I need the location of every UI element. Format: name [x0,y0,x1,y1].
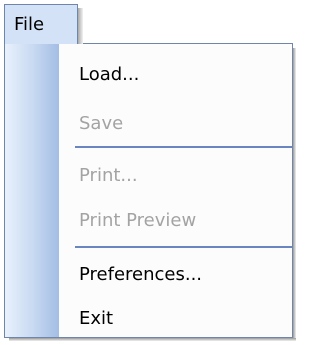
menu-item-exit-label: Exit [79,308,114,329]
file-dropdown-menu: Load... Save Print... Print Preview Pref… [4,43,293,338]
menu-item-load-label: Load... [79,64,140,85]
menu-item-preferences[interactable]: Preferences... [5,255,292,295]
menu-separator [75,246,292,248]
menu-shadow-bottom [9,338,296,341]
file-menu-label: File [14,14,45,35]
menu-item-save-label: Save [79,113,124,134]
menu-item-print-preview: Print Preview [5,201,292,241]
menu-bar: File [0,0,296,44]
file-menu-tab[interactable]: File [4,4,78,44]
menu-tab-shadow [78,8,83,44]
menu-item-print: Print... [5,156,292,196]
menu-item-print-label: Print... [79,165,138,186]
menu-shadow-right [293,48,296,341]
menu-item-save: Save [5,104,292,144]
menu-item-load[interactable]: Load... [5,55,292,95]
menu-item-print-preview-label: Print Preview [79,210,197,231]
menu-item-exit[interactable]: Exit [5,299,292,337]
menu-separator [75,146,292,148]
menu-item-preferences-label: Preferences... [79,264,203,285]
